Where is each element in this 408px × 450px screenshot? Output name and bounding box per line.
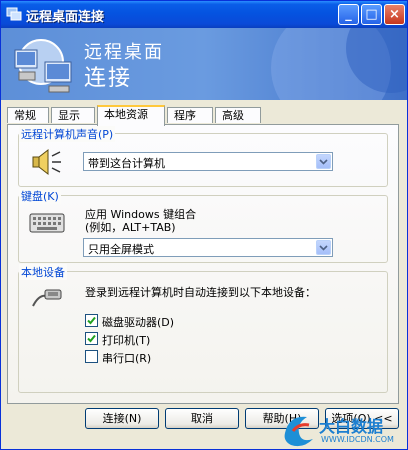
- keyboard-icon: [29, 213, 65, 233]
- close-icon: ×: [389, 7, 400, 22]
- devices-legend: 本地设备: [19, 264, 67, 280]
- checkbox-disk-drives-label[interactable]: 磁盘驱动器(D): [102, 314, 174, 330]
- chevron-down-icon[interactable]: [316, 240, 331, 255]
- maximize-button[interactable]: □: [361, 4, 382, 25]
- devices-description: 登录到远程计算机时自动连接到以下本地设备：: [85, 286, 316, 299]
- local-resources-panel: 远程计算机声音(P) 带到这台计算机 键盘(K) 应用 Windows 键组合 …: [7, 124, 399, 404]
- remote-desktop-window: 远程桌面连接 _ □ × 远程桌面 连接 常规 显示 本地资源 程序 高级 远程…: [0, 0, 408, 450]
- keyboard-legend: 键盘(K): [19, 188, 61, 204]
- chevron-down-icon[interactable]: [316, 154, 331, 169]
- computers-icon: [14, 39, 72, 93]
- maximize-icon: □: [365, 7, 378, 22]
- checkmark-icon: [87, 316, 96, 325]
- cancel-button[interactable]: 取消: [165, 408, 239, 429]
- tab-general[interactable]: 常规: [7, 107, 49, 123]
- checkbox-serial-ports[interactable]: [85, 350, 98, 363]
- tab-advanced[interactable]: 高级: [215, 107, 261, 123]
- window-title: 远程桌面连接: [26, 10, 105, 25]
- local-devices-group: 本地设备 登录到远程计算机时自动连接到以下本地设备： 磁盘驱动器(D) 打印机(…: [18, 264, 388, 393]
- sound-group: 远程计算机声音(P) 带到这台计算机: [18, 126, 388, 187]
- tab-programs[interactable]: 程序: [167, 107, 213, 123]
- close-button[interactable]: ×: [384, 4, 405, 25]
- keyboard-group: 键盘(K) 应用 Windows 键组合 (例如，ALT+TAB) 只用全屏模式: [18, 188, 388, 263]
- banner-title-line2: 连接: [84, 66, 133, 91]
- watermark-title: 大白数据: [319, 417, 384, 436]
- title-bar[interactable]: 远程桌面连接 _ □ ×: [1, 1, 407, 28]
- keyboard-dropdown[interactable]: 只用全屏模式: [83, 238, 333, 257]
- remote-desktop-icon: [6, 7, 22, 21]
- checkbox-printers[interactable]: [85, 332, 98, 345]
- watermark-url: WWW.IDCDN.COM: [321, 435, 394, 444]
- watermark-logo: 大白数据 WWW.IDCDN.COM: [279, 409, 407, 449]
- checkmark-icon: [87, 334, 96, 343]
- banner: 远程桌面 连接: [1, 28, 407, 100]
- keyboard-selected-value: 只用全屏模式: [88, 243, 154, 256]
- sound-legend: 远程计算机声音(P): [19, 126, 116, 142]
- minimize-button[interactable]: _: [338, 4, 359, 25]
- watermark-swirl-icon: [284, 416, 313, 447]
- tab-local-resources[interactable]: 本地资源: [97, 105, 165, 126]
- minimize-icon: _: [345, 7, 352, 22]
- sound-selected-value: 带到这台计算机: [88, 157, 165, 170]
- checkbox-disk-drives[interactable]: [85, 314, 98, 327]
- sound-dropdown[interactable]: 带到这台计算机: [83, 152, 333, 171]
- tab-display[interactable]: 显示: [51, 107, 95, 123]
- checkbox-printers-label[interactable]: 打印机(T): [102, 332, 150, 348]
- checkbox-serial-ports-label[interactable]: 串行口(R): [102, 350, 151, 366]
- speaker-icon: [32, 148, 61, 176]
- keyboard-description-line2: (例如，ALT+TAB): [85, 221, 176, 234]
- device-cable-icon: [32, 289, 62, 307]
- connect-button[interactable]: 连接(N): [85, 408, 159, 429]
